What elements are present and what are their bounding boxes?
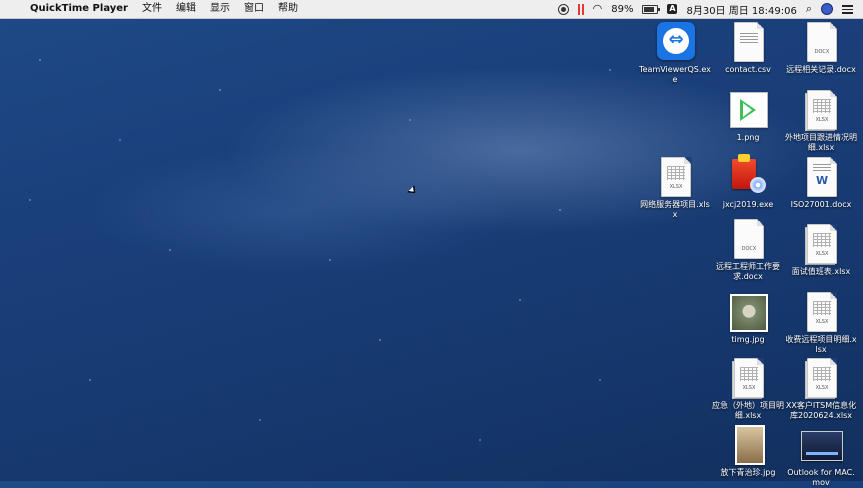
wifi-icon[interactable]: ◠ [593, 0, 603, 18]
xlsx-file-icon: XLSX [807, 90, 837, 130]
docx-file-icon: DOCX [807, 22, 837, 62]
desktop-icon-label: 外地项目跟进情况明细.xlsx [785, 133, 857, 152]
desktop-icon-label: 放下青治珍.jpg [720, 468, 776, 477]
desktop-icon-timg[interactable]: timg.jpg [710, 292, 786, 345]
desktop-icon-engineer-requirements[interactable]: DOCX 远程工程师工作要求.docx [710, 219, 786, 282]
desktop-icon-label: timg.jpg [731, 335, 765, 344]
menu-edit[interactable]: 编辑 [169, 0, 203, 18]
app-menu[interactable]: QuickTime Player [26, 0, 135, 18]
docx-file-icon: DOCX [734, 219, 764, 259]
word-file-icon [807, 157, 837, 197]
desktop-icon-contact-csv[interactable]: contact.csv [710, 22, 786, 75]
xlsx-file-icon: XLSX [734, 358, 764, 398]
menu-help[interactable]: 帮助 [271, 0, 305, 18]
installer-icon [732, 154, 766, 193]
desktop-icon-field-projects[interactable]: XLSX 外地项目跟进情况明细.xlsx [783, 90, 859, 153]
movie-file-icon [801, 431, 843, 461]
notification-center-icon[interactable] [842, 4, 853, 14]
xlsx-file-icon: XLSX [661, 157, 691, 197]
desktop-icon-label: Outlook for MAC.mov [787, 468, 855, 487]
desktop-icon-label: contact.csv [725, 65, 771, 74]
menu-window[interactable]: 窗口 [237, 0, 271, 18]
jpg-image-icon [730, 294, 768, 332]
desktop-icon-label: 远程工程师工作要求.docx [716, 262, 780, 281]
screen-record-icon[interactable] [557, 3, 569, 15]
desktop-icon-label: TeamViewerQS.exe [639, 65, 711, 84]
desktop-icon-remote-records[interactable]: DOCX 远程相关记录.docx [783, 22, 859, 75]
status-indicator-icon [581, 3, 584, 15]
battery-icon[interactable] [642, 4, 661, 14]
xlsx-file-icon: XLSX [807, 292, 837, 332]
jpg-image-icon [735, 425, 765, 465]
desktop-icon-jxcj2019[interactable]: jxcj2019.exe [710, 154, 786, 210]
mouse-cursor-icon [407, 185, 419, 197]
desktop-icon-label: 应急（外地）项目明细.xlsx [712, 401, 784, 420]
desktop-icon-network-server[interactable]: XLSX 网络服务器项目.xlsx [637, 157, 713, 220]
input-source-icon[interactable]: A [667, 4, 678, 14]
desktop-icon-label: 收费远程项目明细.xlsx [785, 335, 857, 354]
menu-file[interactable]: 文件 [135, 0, 169, 18]
siri-icon[interactable] [821, 3, 833, 15]
png-image-icon [730, 92, 768, 128]
desktop-icon-teamviewer[interactable]: TeamViewerQS.exe [637, 22, 713, 85]
desktop-icon-1-png[interactable]: 1.png [710, 90, 786, 143]
desktop-icon-emergency-projects[interactable]: XLSX 应急（外地）项目明细.xlsx [710, 358, 786, 421]
clock[interactable]: 8月30日 周日 18:49:06 [686, 2, 796, 17]
menu-view[interactable]: 显示 [203, 0, 237, 18]
desktop-icon-label: jxcj2019.exe [722, 200, 774, 209]
desktop-icon-label: 1.png [736, 133, 760, 142]
desktop-icon-photo-jpg[interactable]: 放下青治珍.jpg [710, 425, 786, 478]
desktop-icon-label: XX客户ITSM信息化库2020624.xlsx [785, 401, 857, 420]
desktop-icon-label: 远程相关记录.docx [786, 65, 856, 74]
desktop-icon-itsm-database[interactable]: XLSX XX客户ITSM信息化库2020624.xlsx [783, 358, 859, 421]
desktop-icon-outlook-mov[interactable]: Outlook for MAC.mov [783, 425, 859, 488]
desktop-icon-iso27001[interactable]: ISO27001.docx [783, 157, 859, 210]
status-indicator-icon[interactable] [577, 3, 580, 15]
teamviewer-icon [657, 22, 695, 60]
desktop-icon-label: 面试值班表.xlsx [791, 267, 851, 276]
desktop-icon-label: 网络服务器项目.xlsx [640, 200, 710, 219]
search-icon[interactable]: ⌕ [806, 2, 812, 16]
desktop-icon-interview-schedule[interactable]: XLSX 面试值班表.xlsx [783, 224, 859, 277]
desktop-icon-label: ISO27001.docx [790, 200, 852, 209]
csv-file-icon [734, 22, 764, 62]
xlsx-file-icon: XLSX [807, 358, 837, 398]
menu-bar: QuickTime Player 文件 编辑 显示 窗口 帮助 ◠ 89% A … [0, 0, 863, 19]
battery-percent[interactable]: 89% [611, 4, 633, 15]
xlsx-file-icon: XLSX [807, 224, 837, 264]
desktop-icon-paid-remote[interactable]: XLSX 收费远程项目明细.xlsx [783, 292, 859, 355]
